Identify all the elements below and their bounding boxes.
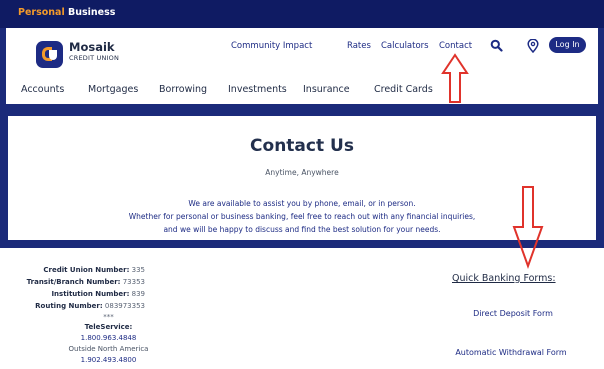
- nav-accounts[interactable]: Accounts: [21, 84, 64, 95]
- hero-text-line-2: Whether for personal or business banking…: [128, 212, 476, 221]
- nav-insurance[interactable]: Insurance: [303, 84, 350, 95]
- contact-hero: Contact Us Anytime, Anywhere We are avai…: [8, 116, 596, 240]
- nav-credit-cards[interactable]: Credit Cards: [374, 84, 433, 95]
- direct-deposit-form-link[interactable]: Direct Deposit Form: [463, 309, 563, 318]
- search-icon[interactable]: [490, 39, 503, 52]
- link-community-impact[interactable]: Community Impact: [231, 41, 312, 51]
- tab-personal[interactable]: Personal: [18, 7, 65, 18]
- annotation-arrow-up-icon: [441, 53, 469, 103]
- nav-mortgages[interactable]: Mortgages: [88, 84, 138, 95]
- credit-union-number: Credit Union Number: 335: [43, 266, 145, 274]
- location-pin-icon[interactable]: [527, 39, 539, 53]
- transit-number: Transit/Branch Number: 73353: [26, 278, 145, 286]
- hero-text-line-1: We are available to assist you by phone,…: [188, 199, 416, 208]
- teleservice-label: TeleService:: [84, 323, 133, 331]
- separator: ***: [103, 313, 114, 321]
- institution-number: Institution Number: 839: [51, 290, 145, 298]
- nav-investments[interactable]: Investments: [228, 84, 287, 95]
- hero-text-line-3: and we will be happy to discuss and find…: [163, 225, 441, 234]
- site-header: Mosaik CREDIT UNION Community Impact Rat…: [6, 28, 598, 104]
- link-contact[interactable]: Contact: [439, 41, 472, 51]
- mosaik-logo-icon[interactable]: [36, 41, 63, 68]
- link-calculators[interactable]: Calculators: [381, 41, 429, 51]
- routing-number: Routing Number: 083973353: [35, 302, 145, 310]
- page-title: Contact Us: [250, 136, 354, 156]
- hero-tagline: Anytime, Anywhere: [265, 168, 339, 177]
- logo-name[interactable]: Mosaik: [69, 40, 115, 54]
- login-button[interactable]: Log In: [549, 37, 586, 53]
- phone-link-toll-free[interactable]: 1.800.963.4848: [0, 334, 217, 342]
- logo-subtitle: CREDIT UNION: [69, 54, 120, 62]
- annotation-arrow-down-icon: [512, 186, 544, 269]
- phone-link-international[interactable]: 1.902.493.4800: [0, 356, 217, 364]
- top-bar: Personal Business: [0, 0, 604, 28]
- tab-business[interactable]: Business: [68, 7, 115, 18]
- link-rates[interactable]: Rates: [347, 41, 371, 51]
- nav-borrowing[interactable]: Borrowing: [159, 84, 207, 95]
- automatic-withdrawal-form-link[interactable]: Automatic Withdrawal Form: [446, 348, 576, 357]
- outside-na-label: Outside North America: [68, 345, 149, 353]
- quick-banking-forms-heading: Quick Banking Forms:: [452, 273, 556, 284]
